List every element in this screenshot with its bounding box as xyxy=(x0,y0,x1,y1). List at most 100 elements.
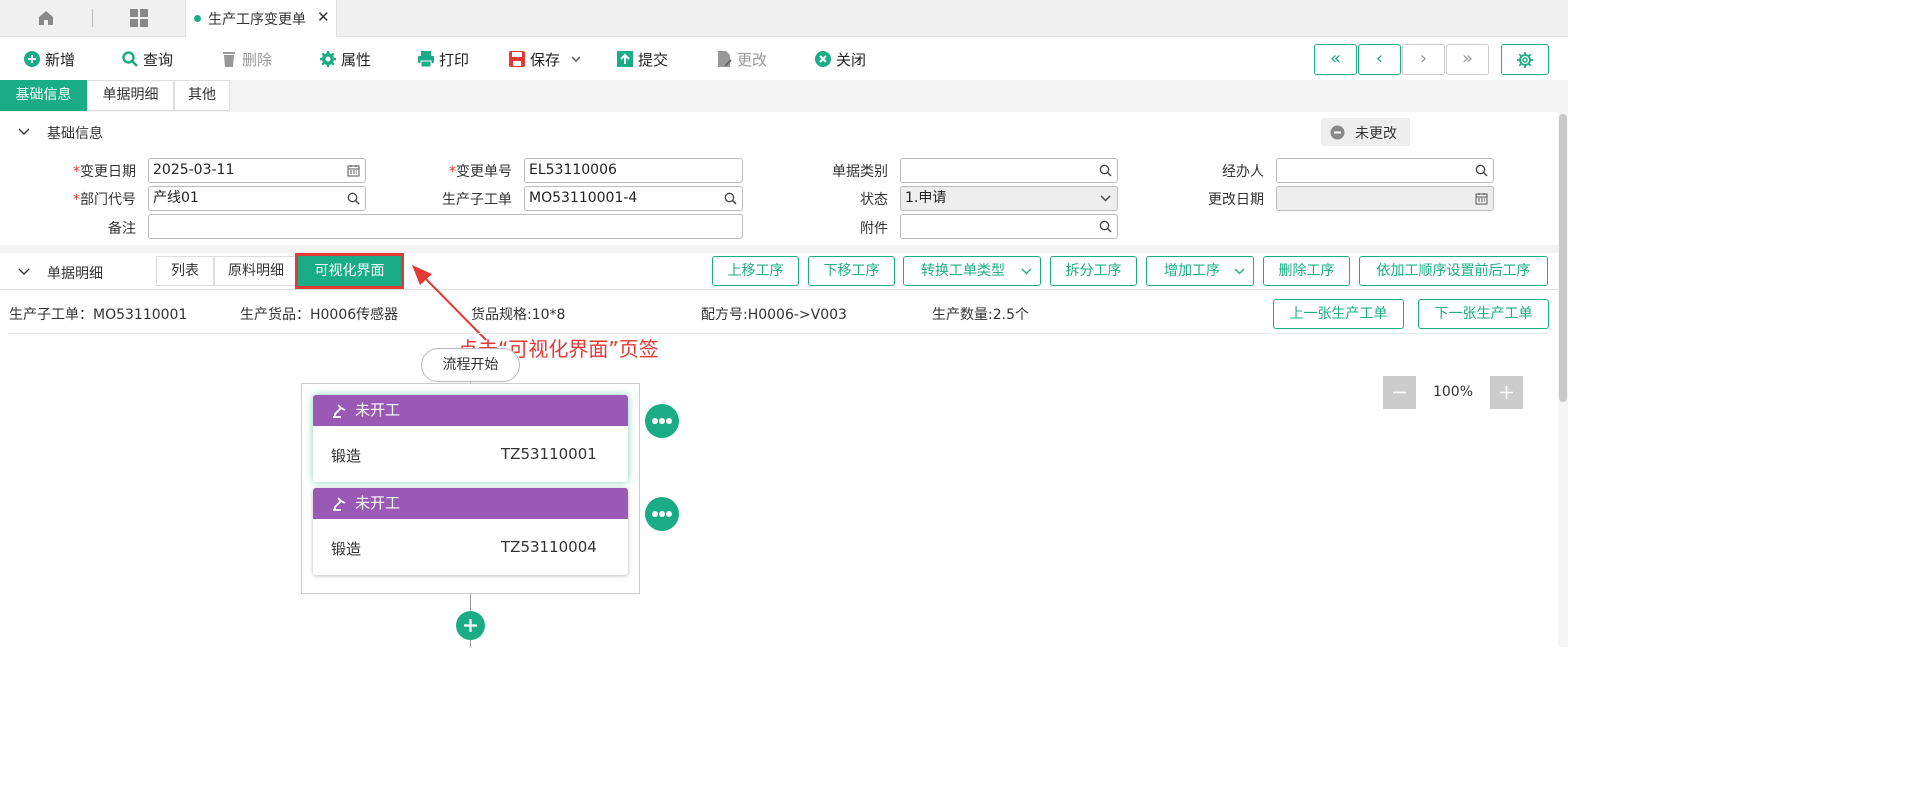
card-status-header: 未开工 xyxy=(313,395,628,426)
vertical-scrollbar[interactable] xyxy=(1558,112,1568,647)
next-record-button[interactable]: › xyxy=(1402,44,1445,75)
process-card[interactable]: 未开工 锻造 TZ53110001 xyxy=(313,395,628,482)
save-button[interactable]: 保存 xyxy=(508,48,582,70)
process-card[interactable]: 未开工 锻造 TZ53110004 xyxy=(313,488,628,575)
grid-icon[interactable] xyxy=(129,8,149,28)
form-tabs: 基础信息 单据明细 其他 xyxy=(0,80,1568,112)
dept-field[interactable]: 产线01 xyxy=(148,186,366,211)
tab-label: 生产工序变更单 xyxy=(208,12,306,28)
home-icon[interactable] xyxy=(36,8,56,28)
robot-arm-icon xyxy=(333,497,346,511)
status-badge: 未更改 xyxy=(1321,118,1410,146)
zoom-level: 100% xyxy=(1432,384,1474,400)
delete-button[interactable]: 删除 xyxy=(220,48,272,70)
search-icon[interactable] xyxy=(1099,220,1112,233)
window-tab-bar: 生产工序变更单 ✕ xyxy=(0,0,1568,37)
search-icon[interactable] xyxy=(724,192,737,205)
prev-order-button[interactable]: 上一张生产工单 xyxy=(1273,299,1404,329)
add-button[interactable]: 新增 xyxy=(23,48,75,70)
close-label: 关闭 xyxy=(836,50,867,69)
plus-circle-icon xyxy=(24,51,40,67)
tab-basic-info[interactable]: 基础信息 xyxy=(0,80,87,111)
move-up-process-button[interactable]: 上移工序 xyxy=(712,256,799,286)
scrollbar-thumb[interactable] xyxy=(1559,114,1567,402)
card-body: 锻造 TZ53110001 xyxy=(313,426,628,482)
tab-production-change[interactable]: 生产工序变更单 ✕ xyxy=(185,0,337,37)
search-icon[interactable] xyxy=(347,192,360,205)
set-order-by-sequence-button[interactable]: 依加工顺序设置前后工序 xyxy=(1359,256,1548,286)
view-tab-visual[interactable]: 可视化界面 xyxy=(295,253,404,289)
next-order-button[interactable]: 下一张生产工单 xyxy=(1418,299,1549,329)
info-spec: 货品规格:10*8 xyxy=(471,307,566,323)
basic-info-header[interactable]: 基础信息 未更改 xyxy=(0,114,1558,149)
calendar-icon xyxy=(1475,193,1488,205)
card-body: 锻造 TZ53110004 xyxy=(313,519,628,575)
chevron-down-icon[interactable] xyxy=(17,265,31,279)
card-process-name: 锻造 xyxy=(331,447,362,465)
sub-order-field[interactable]: MO53110001-4 xyxy=(524,186,743,211)
calendar-icon[interactable] xyxy=(347,164,360,177)
active-dot-icon xyxy=(194,15,201,22)
convert-order-type-button[interactable]: 转换工单类型 xyxy=(903,256,1041,286)
status-label: 状态 xyxy=(860,192,888,208)
doc-type-field[interactable] xyxy=(900,158,1118,183)
status-select[interactable]: 1.申请 xyxy=(900,186,1118,211)
more-dots-icon xyxy=(652,511,672,517)
change-date-field[interactable]: 2025-03-11 xyxy=(148,158,366,183)
split-process-button[interactable]: 拆分工序 xyxy=(1050,256,1137,286)
card-process-name: 锻造 xyxy=(331,540,362,558)
convert-order-type-label: 转换工单类型 xyxy=(921,263,1005,279)
detail-header: 单据明细 列表 原料明细 可视化界面 上移工序 下移工序 转换工单类型 拆分工序… xyxy=(0,253,1558,290)
add-node-button[interactable] xyxy=(456,611,485,640)
section-gap xyxy=(0,245,1558,253)
chevron-down-icon[interactable] xyxy=(17,125,31,139)
move-down-process-button[interactable]: 下移工序 xyxy=(808,256,895,286)
last-record-button[interactable]: » xyxy=(1446,44,1489,75)
first-record-button[interactable]: « xyxy=(1314,44,1357,75)
settings-button[interactable] xyxy=(1501,44,1549,75)
card-more-button[interactable] xyxy=(645,497,679,531)
close-icon[interactable]: ✕ xyxy=(317,8,330,26)
zoom-out-button[interactable] xyxy=(1383,376,1416,409)
remark-field[interactable] xyxy=(148,214,743,239)
flow-start-node[interactable]: 流程开始 xyxy=(421,348,520,382)
close-button[interactable]: 关闭 xyxy=(814,48,866,70)
info-qty: 生产数量:2.5个 xyxy=(932,307,1029,323)
status-badge-label: 未更改 xyxy=(1355,126,1397,142)
chevron-down-icon[interactable] xyxy=(570,53,582,65)
chevron-down-icon[interactable] xyxy=(1099,192,1112,205)
tab-document-detail[interactable]: 单据明细 xyxy=(87,80,174,111)
divider xyxy=(9,333,1548,334)
gear-icon xyxy=(1517,52,1533,68)
zoom-in-button[interactable] xyxy=(1490,376,1523,409)
query-button[interactable]: 查询 xyxy=(121,48,173,70)
modify-button[interactable]: 更改 xyxy=(715,48,767,70)
view-tab-list[interactable]: 列表 xyxy=(156,256,214,286)
print-label: 打印 xyxy=(439,50,470,69)
plus-icon xyxy=(1500,386,1513,399)
print-button[interactable]: 打印 xyxy=(417,48,469,70)
submit-label: 提交 xyxy=(638,50,669,69)
view-tab-materials[interactable]: 原料明细 xyxy=(214,256,298,286)
add-process-label: 增加工序 xyxy=(1164,263,1220,279)
handler-field[interactable] xyxy=(1276,158,1494,183)
tab-other[interactable]: 其他 xyxy=(174,80,230,111)
delete-process-button[interactable]: 删除工序 xyxy=(1263,256,1350,286)
search-icon[interactable] xyxy=(1475,164,1488,177)
card-more-button[interactable] xyxy=(645,404,679,438)
card-status: 未开工 xyxy=(355,494,401,512)
info-sub-order: 生产子工单：MO53110001 xyxy=(9,307,188,323)
properties-button[interactable]: 属性 xyxy=(319,48,371,70)
attach-field[interactable] xyxy=(900,214,1118,239)
section-title: 单据明细 xyxy=(47,266,103,282)
submit-button[interactable]: 提交 xyxy=(616,48,668,70)
chevron-down-icon xyxy=(1021,268,1032,275)
info-goods: 生产货品：H0006传感器 xyxy=(240,307,399,323)
add-process-button[interactable]: 增加工序 xyxy=(1146,256,1254,286)
prev-record-button[interactable]: ‹ xyxy=(1358,44,1401,75)
change-no-field[interactable]: EL53110006 xyxy=(524,158,743,183)
search-icon[interactable] xyxy=(1099,164,1112,177)
card-status-header: 未开工 xyxy=(313,488,628,519)
save-icon xyxy=(509,51,525,67)
upload-icon xyxy=(617,51,633,67)
